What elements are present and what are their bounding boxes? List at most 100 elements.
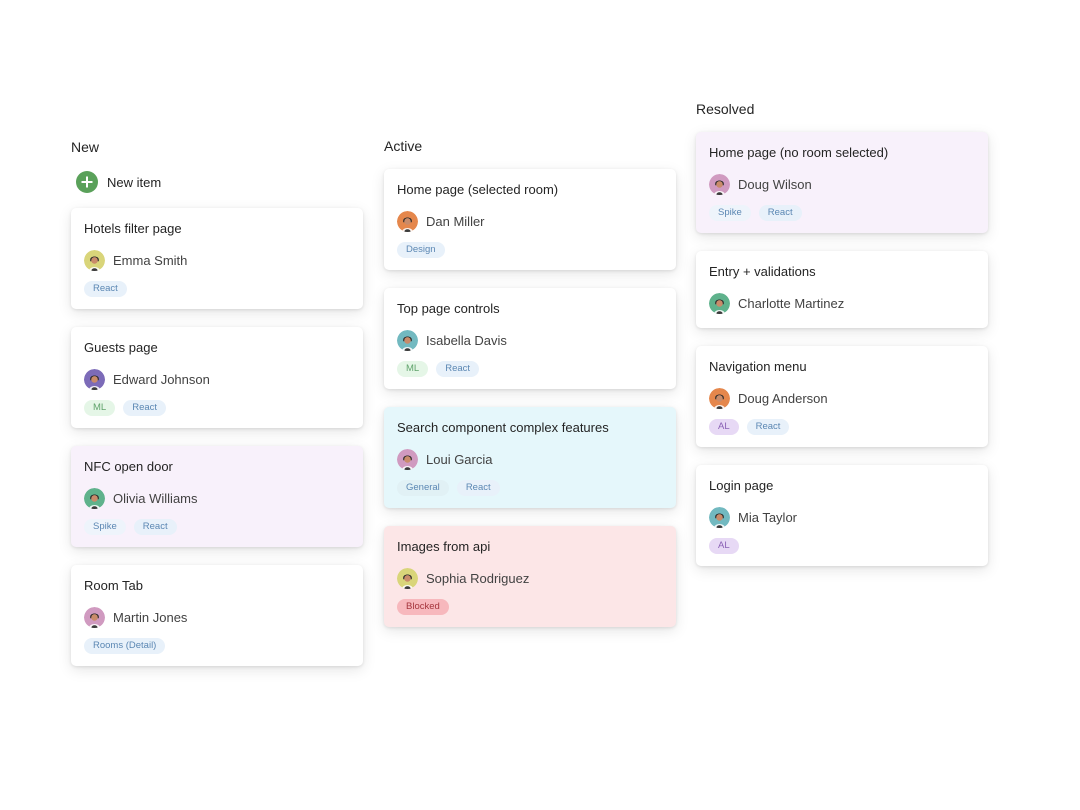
tag-list: Spike React [84, 519, 350, 535]
work-item-card[interactable]: Guests page Edward Johnson ML React [71, 327, 363, 428]
card-title: Login page [709, 478, 774, 493]
assignee-row: Edward Johnson [84, 368, 350, 390]
avatar-icon [709, 506, 730, 528]
plus-circle-icon [76, 171, 98, 193]
card-list-resolved: Home page (no room selected) Doug Wilson S… [696, 132, 988, 566]
tag-react: React [758, 205, 802, 221]
tag-react: React [123, 400, 167, 416]
assignee-row: Loui Garcia [397, 448, 663, 470]
card-title: Guests page [84, 340, 158, 355]
tag-list: Design [397, 242, 663, 258]
tag-list: AL [709, 538, 975, 554]
column-active: Active Home page (selected room) Dan Mill… [384, 137, 676, 645]
work-item-card[interactable]: Top page controls Isabella Davis ML React [384, 288, 676, 389]
card-title: Home page (no room selected) [709, 145, 889, 160]
column-resolved: Resolved Home page (no room selected) Dou… [696, 100, 988, 584]
work-item-card[interactable]: NFC open door Olivia Williams Spike React [71, 446, 363, 547]
tag-rooms-detail: Rooms (Detail) [84, 638, 166, 654]
column-title-active: Active [384, 138, 423, 154]
tag-blocked: Blocked [397, 599, 449, 615]
avatar-icon [84, 249, 105, 271]
work-item-card[interactable]: Search component complex features Loui Ga… [384, 407, 676, 508]
tag-list: Spike React [709, 205, 975, 221]
column-title-resolved: Resolved [696, 101, 755, 117]
work-item-card[interactable]: Navigation menu Doug Anderson AL React [696, 346, 988, 447]
avatar-icon [397, 210, 418, 232]
tag-spike: Spike [84, 519, 126, 535]
work-item-card[interactable]: Hotels filter page Emma Smith React [71, 208, 363, 309]
avatar-icon [397, 567, 418, 589]
new-item-label: New item [107, 174, 162, 190]
new-item-button[interactable]: New item [76, 170, 363, 194]
card-title: Hotels filter page [84, 221, 182, 236]
card-title: Entry + validations [709, 264, 816, 279]
tag-design: Design [397, 242, 445, 258]
avatar-icon [84, 487, 105, 509]
tag-list: React [84, 281, 350, 297]
avatar-icon [84, 368, 105, 390]
assignee-name: Dan Miller [426, 213, 485, 229]
avatar-icon [84, 606, 105, 628]
assignee-name: Mia Taylor [738, 509, 798, 525]
avatar-icon [709, 387, 730, 409]
work-item-card[interactable]: Entry + validations Charlotte Martinez [696, 251, 988, 328]
assignee-row: Doug Anderson [709, 387, 975, 409]
assignee-name: Sophia Rodriguez [426, 570, 530, 586]
tag-list: Rooms (Detail) [84, 638, 350, 654]
tag-al: AL [709, 419, 739, 435]
assignee-name: Doug Anderson [738, 390, 828, 406]
tag-react: React [133, 519, 177, 535]
column-new: New New item Hotels filter page Emma Smit… [71, 138, 363, 684]
work-item-card[interactable]: Home page (no room selected) Doug Wilson S… [696, 132, 988, 233]
avatar-icon [709, 173, 730, 195]
assignee-row: Doug Wilson [709, 173, 975, 195]
tag-list: ML React [84, 400, 350, 416]
card-title: Top page controls [397, 301, 500, 316]
tag-list: Blocked [397, 599, 663, 615]
work-item-card[interactable]: Room Tab Martin Jones Rooms (Detail) [71, 565, 363, 666]
assignee-row: Dan Miller [397, 210, 663, 232]
card-title: NFC open door [84, 459, 173, 474]
tag-general: General [397, 480, 449, 496]
assignee-row: Sophia Rodriguez [397, 567, 663, 589]
assignee-name: Loui Garcia [426, 451, 493, 467]
assignee-name: Doug Wilson [738, 176, 812, 192]
card-title: Room Tab [84, 578, 144, 593]
card-list-active: Home page (selected room) Dan Miller Desig… [384, 169, 676, 627]
tag-react: React [436, 361, 480, 377]
tag-react: React [84, 281, 127, 297]
column-title-new: New [71, 139, 100, 155]
tag-react: React [456, 480, 500, 496]
tag-al: AL [709, 538, 739, 554]
assignee-name: Edward Johnson [113, 371, 210, 387]
assignee-row: Olivia Williams [84, 487, 350, 509]
assignee-row: Isabella Davis [397, 329, 663, 351]
assignee-row: Martin Jones [84, 606, 350, 628]
card-title: Navigation menu [709, 359, 807, 374]
assignee-name: Olivia Williams [113, 490, 198, 506]
assignee-name: Emma Smith [113, 252, 188, 268]
work-item-card[interactable]: Login page Mia Taylor AL [696, 465, 988, 566]
assignee-row: Emma Smith [84, 249, 350, 271]
card-title: Search component complex features [397, 420, 609, 435]
tag-spike: Spike [709, 205, 751, 221]
card-title: Images from api [397, 539, 491, 554]
assignee-name: Isabella Davis [426, 332, 507, 348]
assignee-row: Charlotte Martinez [709, 292, 975, 314]
tag-ml: ML [84, 400, 116, 416]
assignee-name: Martin Jones [113, 609, 188, 625]
tag-ml: ML [397, 361, 429, 377]
tag-list: General React [397, 480, 663, 496]
tag-list: AL React [709, 419, 975, 435]
assignee-name: Charlotte Martinez [738, 295, 845, 311]
work-item-card[interactable]: Home page (selected room) Dan Miller Desig… [384, 169, 676, 270]
tag-react: React [746, 419, 790, 435]
work-item-card[interactable]: Images from api Sophia Rodriguez Blocked [384, 526, 676, 627]
card-title: Home page (selected room) [397, 182, 559, 197]
avatar-icon [709, 292, 730, 314]
avatar-icon [397, 448, 418, 470]
tag-list: ML React [397, 361, 663, 377]
assignee-row: Mia Taylor [709, 506, 975, 528]
avatar-icon [397, 329, 418, 351]
card-list-new: Hotels filter page Emma Smith React Guests … [71, 208, 363, 666]
